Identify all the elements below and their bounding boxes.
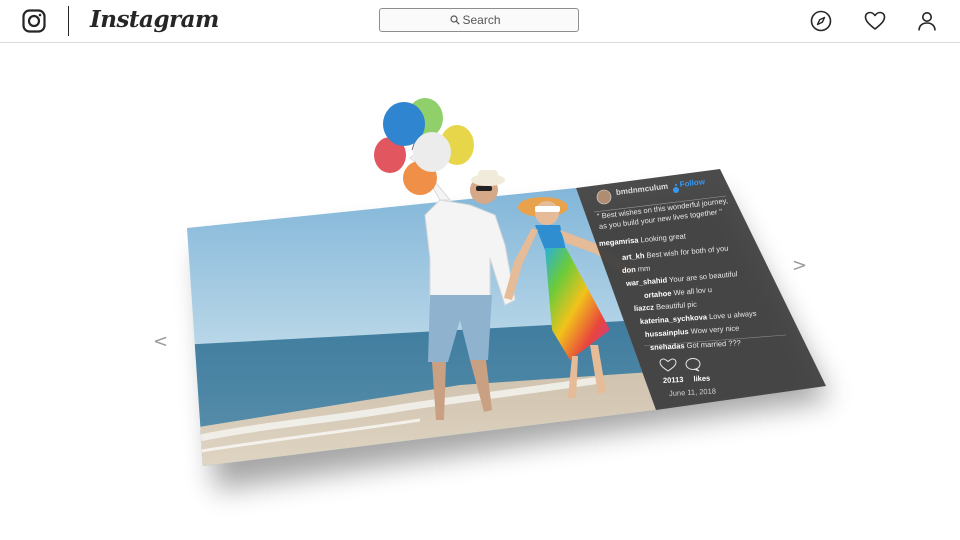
previous-post-arrow[interactable]: < bbox=[153, 331, 168, 352]
search-box[interactable] bbox=[379, 8, 579, 32]
likes-row: 20113 likes bbox=[663, 374, 711, 385]
search-input[interactable] bbox=[462, 13, 509, 27]
man-figure bbox=[409, 131, 516, 420]
comment: liazcz Beautiful pic bbox=[634, 300, 697, 313]
comment: katerina_sychkova Love u always bbox=[640, 309, 757, 326]
logo-divider bbox=[68, 6, 69, 36]
comment-user[interactable]: hussainplus bbox=[645, 327, 689, 339]
comment-text: Got married ??? bbox=[686, 338, 742, 351]
comment-user[interactable]: liazcz bbox=[634, 303, 655, 313]
comment-text: Beautiful pic bbox=[655, 299, 698, 312]
comment-text: mm bbox=[637, 263, 651, 274]
like-heart-icon bbox=[659, 358, 677, 372]
post-header: bmdnmculum • Follow bbox=[615, 177, 706, 197]
comment-text: Love u always bbox=[708, 308, 757, 322]
comment: snehadas Got married ??? bbox=[650, 338, 741, 352]
comment-user[interactable]: katerina_sychkova bbox=[640, 312, 708, 326]
comment-user[interactable]: don bbox=[622, 265, 636, 275]
follow-button[interactable]: Follow bbox=[679, 177, 705, 189]
likes-count: 20113 bbox=[662, 374, 684, 385]
top-navigation-bar: Instagram bbox=[0, 0, 960, 43]
comment-text: Your are so beautiful bbox=[668, 269, 738, 285]
comment-user[interactable]: art_kh bbox=[622, 251, 645, 262]
instagram-wordmark[interactable]: Instagram bbox=[90, 6, 219, 33]
comment: art_kh Best wish for both of you bbox=[622, 244, 729, 262]
balloons bbox=[374, 98, 474, 195]
comment-text: Looking great bbox=[640, 231, 687, 245]
comment-user[interactable]: snehadas bbox=[650, 341, 685, 352]
comment: hussainplus Wow very nice bbox=[645, 323, 740, 339]
instagram-camera-icon[interactable] bbox=[22, 9, 46, 33]
likes-label: likes bbox=[693, 373, 711, 384]
comment-bubble-icon bbox=[685, 358, 701, 372]
comment-user[interactable]: megamrisa bbox=[599, 236, 639, 248]
heart-icon[interactable] bbox=[864, 10, 886, 32]
comment-text: We all lov u bbox=[673, 285, 713, 298]
comment-text: Wow very nice bbox=[690, 323, 740, 336]
next-post-arrow[interactable]: > bbox=[792, 255, 807, 276]
post-card: bmdnmculum • Follow " Best wishes on thi… bbox=[0, 0, 960, 540]
comment: don mm bbox=[622, 264, 651, 275]
comment: ortahoe We all lov u bbox=[644, 285, 713, 300]
comment-user[interactable]: ortahoe bbox=[644, 289, 672, 300]
post-date: June 11, 2018 bbox=[668, 386, 717, 398]
comment: megamrisa Looking great bbox=[599, 231, 687, 248]
comment-text: Best wish for both of you bbox=[646, 243, 729, 260]
avatar bbox=[596, 189, 612, 205]
post-username[interactable]: bmdnmculum bbox=[615, 182, 668, 197]
comment-user[interactable]: war_shahid bbox=[626, 275, 668, 288]
compass-icon[interactable] bbox=[810, 10, 832, 32]
person-icon[interactable] bbox=[916, 10, 938, 32]
magnifier-icon bbox=[449, 15, 460, 25]
